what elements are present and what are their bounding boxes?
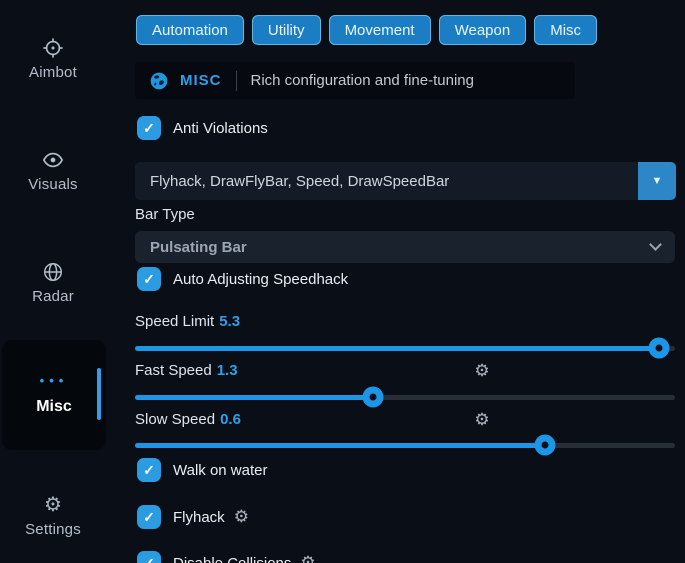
sidebar-item-label: Settings — [25, 521, 81, 538]
triangle-down-icon: ▼ — [652, 175, 663, 187]
disable-collisions-checkbox[interactable]: ✓ — [137, 551, 161, 563]
section-subtitle: Rich configuration and fine-tuning — [251, 72, 474, 89]
walk-on-water-row: ✓ Walk on water — [137, 458, 267, 482]
fast-speed-label: Fast Speed 1.3 — [135, 362, 238, 379]
slider-fill — [135, 346, 659, 351]
chevron-down-icon — [649, 238, 662, 251]
content-panel: Automation Utility Movement Weapon Misc … — [130, 0, 685, 563]
slider-track[interactable] — [135, 443, 675, 448]
globe-icon — [149, 71, 169, 91]
slider-value: 5.3 — [219, 313, 240, 330]
sidebar-item-misc-active[interactable]: ••• Misc — [2, 340, 106, 450]
check-icon: ✓ — [143, 555, 155, 563]
slider-thumb[interactable] — [648, 338, 669, 359]
check-icon: ✓ — [143, 120, 155, 137]
multiselect-dropdown-button[interactable]: ▼ — [638, 162, 676, 200]
sidebar-item-label: Aimbot — [29, 64, 77, 81]
crosshair-icon — [0, 36, 106, 60]
slow-speed-slider[interactable] — [135, 435, 675, 455]
slider-thumb[interactable] — [362, 387, 383, 408]
ellipsis-icon: ••• — [2, 373, 106, 388]
auto-adjusting-checkbox[interactable]: ✓ — [137, 267, 161, 291]
disable-collisions-row: ✓ Disable Collisions ⚙ — [137, 551, 316, 563]
bar-type-label: Bar Type — [135, 206, 195, 223]
tab-bar: Automation Utility Movement Weapon Misc — [136, 15, 597, 45]
slider-label-text: Fast Speed — [135, 362, 212, 379]
disable-collisions-label: Disable Collisions — [173, 555, 291, 563]
feature-multiselect[interactable]: Flyhack, DrawFlyBar, Speed, DrawSpeedBar… — [135, 162, 676, 200]
eye-icon — [0, 148, 106, 172]
bar-type-select[interactable]: Pulsating Bar — [135, 231, 675, 263]
cheat-menu-window: Aimbot Visuals Radar ••• — [0, 0, 685, 563]
tab-movement[interactable]: Movement — [329, 15, 431, 45]
slider-label-text: Speed Limit — [135, 313, 214, 330]
flyhack-gear-icon[interactable]: ⚙ — [234, 507, 249, 527]
tab-weapon[interactable]: Weapon — [439, 15, 527, 45]
tab-automation[interactable]: Automation — [136, 15, 244, 45]
section-title: MISC — [180, 72, 222, 89]
slow-speed-gear-icon[interactable]: ⚙ — [473, 410, 491, 430]
flyhack-checkbox[interactable]: ✓ — [137, 505, 161, 529]
speed-limit-label: Speed Limit 5.3 — [135, 313, 240, 330]
sidebar-item-label: Misc — [2, 398, 106, 416]
sidebar-item-label: Visuals — [28, 176, 77, 193]
flyhack-row: ✓ Flyhack ⚙ — [137, 505, 249, 529]
slider-fill — [135, 395, 373, 400]
fast-speed-gear-icon[interactable]: ⚙ — [473, 361, 491, 381]
header-divider — [236, 71, 237, 91]
sidebar: Aimbot Visuals Radar ••• — [0, 0, 130, 563]
gear-icon: ⚙ — [0, 493, 106, 517]
check-icon: ✓ — [143, 271, 155, 288]
sidebar-item-settings[interactable]: ⚙ Settings — [0, 493, 106, 539]
flyhack-label: Flyhack — [173, 509, 225, 526]
auto-adjusting-row: ✓ Auto Adjusting Speedhack — [137, 267, 348, 291]
sidebar-item-aimbot[interactable]: Aimbot — [0, 36, 106, 82]
slider-label-text: Slow Speed — [135, 411, 215, 428]
sidebar-item-label: Radar — [32, 288, 74, 305]
slow-speed-label: Slow Speed 0.6 — [135, 411, 241, 428]
globe-icon — [0, 260, 106, 284]
fast-speed-slider[interactable] — [135, 387, 675, 407]
sidebar-item-radar[interactable]: Radar — [0, 260, 106, 306]
speed-limit-slider[interactable] — [135, 338, 675, 358]
anti-violations-label: Anti Violations — [173, 120, 268, 137]
anti-violations-checkbox[interactable]: ✓ — [137, 116, 161, 140]
slider-thumb[interactable] — [535, 435, 556, 456]
disable-collisions-gear-icon[interactable]: ⚙ — [300, 553, 315, 563]
slider-value: 1.3 — [217, 362, 238, 379]
slider-fill — [135, 443, 545, 448]
auto-adjusting-label: Auto Adjusting Speedhack — [173, 271, 348, 288]
sidebar-item-visuals[interactable]: Visuals — [0, 148, 106, 194]
anti-violations-row: ✓ Anti Violations — [137, 116, 268, 140]
walk-on-water-checkbox[interactable]: ✓ — [137, 458, 161, 482]
bar-type-value: Pulsating Bar — [150, 239, 247, 256]
slider-track[interactable] — [135, 346, 675, 351]
check-icon: ✓ — [143, 509, 155, 526]
slider-value: 0.6 — [220, 411, 241, 428]
feature-multiselect-value: Flyhack, DrawFlyBar, Speed, DrawSpeedBar — [135, 173, 638, 190]
walk-on-water-label: Walk on water — [173, 462, 267, 479]
slider-track[interactable] — [135, 395, 675, 400]
check-icon: ✓ — [143, 462, 155, 479]
active-indicator-bar — [97, 368, 101, 420]
section-header: MISC Rich configuration and fine-tuning — [135, 62, 575, 99]
tab-utility[interactable]: Utility — [252, 15, 321, 45]
tab-misc[interactable]: Misc — [534, 15, 597, 45]
